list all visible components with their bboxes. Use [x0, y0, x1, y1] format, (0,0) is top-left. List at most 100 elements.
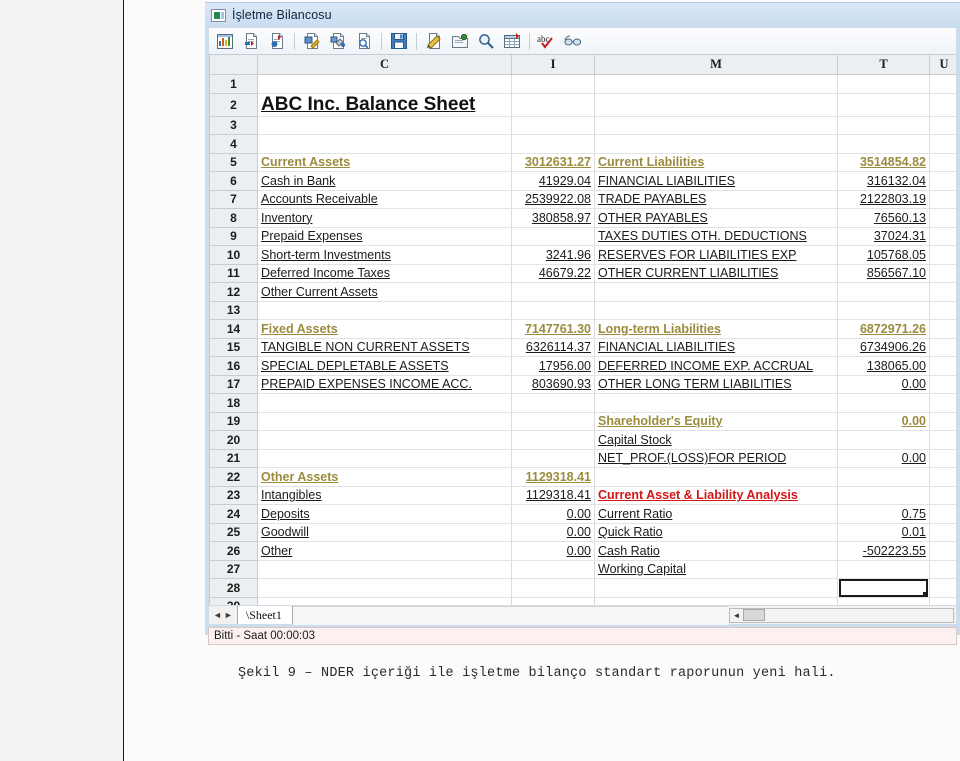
cell-U16[interactable]	[929, 356, 956, 376]
column-header-M[interactable]: M	[594, 54, 838, 75]
cell-I2[interactable]	[511, 93, 595, 117]
cell-T25[interactable]: 0.01	[837, 523, 930, 542]
row-header-1[interactable]: 1	[209, 74, 258, 94]
cell-I8[interactable]: 380858.97	[511, 208, 595, 228]
row-header-9[interactable]: 9	[209, 226, 258, 246]
cell-T27[interactable]	[837, 560, 930, 579]
cell-C11[interactable]: Deferred Income Taxes	[257, 264, 512, 283]
cell-T8[interactable]: 76560.13	[837, 208, 930, 228]
row-header-19[interactable]: 19	[209, 411, 258, 431]
cell-T12[interactable]	[837, 282, 930, 302]
spreadsheet-grid[interactable]: C I M T U 1 2 ABC Inc. Balance Sheet 3 4 5 Cur…	[208, 54, 957, 606]
cell-C22[interactable]: Other Assets	[257, 467, 512, 487]
cell-M12[interactable]	[594, 282, 838, 302]
cell-U20[interactable]	[929, 430, 956, 450]
cell-T4[interactable]	[837, 134, 930, 154]
cell-M24[interactable]: Current Ratio	[594, 504, 838, 524]
cell-U26[interactable]	[929, 541, 956, 561]
cell-M17[interactable]: OTHER LONG TERM LIABILITIES	[594, 375, 838, 394]
properties-icon[interactable]	[448, 30, 472, 53]
column-header-I[interactable]: I	[511, 54, 595, 75]
cell-U7[interactable]	[929, 190, 956, 209]
row-header-14[interactable]: 14	[209, 319, 258, 339]
row-header-8[interactable]: 8	[209, 208, 258, 228]
cell-I17[interactable]: 803690.93	[511, 375, 595, 394]
row-header-20[interactable]: 20	[209, 430, 258, 450]
cell-T29[interactable]	[837, 597, 930, 605]
cell-I14[interactable]: 7147761.30	[511, 319, 595, 339]
cell-U8[interactable]	[929, 208, 956, 228]
export-document-icon[interactable]	[265, 30, 289, 53]
cell-C1[interactable]	[257, 74, 512, 94]
cell-U27[interactable]	[929, 560, 956, 579]
cell-U4[interactable]	[929, 134, 956, 154]
cell-U6[interactable]	[929, 171, 956, 191]
cell-C18[interactable]	[257, 393, 512, 413]
cell-I12[interactable]	[511, 282, 595, 302]
cell-U15[interactable]	[929, 338, 956, 357]
chart-icon[interactable]	[213, 30, 237, 53]
cell-T9[interactable]: 37024.31	[837, 227, 930, 246]
row-header-10[interactable]: 10	[209, 245, 258, 265]
cell-M10[interactable]: RESERVES FOR LIABILITIES EXP	[594, 245, 838, 265]
cell-I1[interactable]	[511, 74, 595, 94]
cell-T15[interactable]: 6734906.26	[837, 338, 930, 357]
cell-C23[interactable]: Intangibles	[257, 486, 512, 505]
cell-I13[interactable]	[511, 301, 595, 320]
row-header-3[interactable]: 3	[209, 115, 258, 135]
cell-I6[interactable]: 41929.04	[511, 171, 595, 191]
tab-nav-buttons[interactable]: ◄ ►	[209, 610, 237, 620]
cell-T1[interactable]	[837, 74, 930, 94]
cell-T16[interactable]: 138065.00	[837, 356, 930, 376]
cell-I25[interactable]: 0.00	[511, 523, 595, 542]
cell-M22[interactable]	[594, 467, 838, 487]
row-header-5[interactable]: 5	[209, 152, 258, 172]
cell-I16[interactable]: 17956.00	[511, 356, 595, 376]
cell-U18[interactable]	[929, 393, 956, 413]
row-header-18[interactable]: 18	[209, 393, 258, 413]
cell-M2[interactable]	[594, 93, 838, 117]
cell-M20[interactable]: Capital Stock	[594, 430, 838, 450]
preview-document-icon[interactable]	[352, 30, 376, 53]
cell-M16[interactable]: DEFERRED INCOME EXP. ACCRUAL	[594, 356, 838, 376]
cell-T17[interactable]: 0.00	[837, 375, 930, 394]
cell-C6[interactable]: Cash in Bank	[257, 171, 512, 191]
cell-M29[interactable]	[594, 597, 838, 605]
cell-T7[interactable]: 2122803.19	[837, 190, 930, 209]
horizontal-scrollbar[interactable]: ◄	[729, 607, 954, 623]
import-document-icon[interactable]	[239, 30, 263, 53]
cell-U21[interactable]	[929, 449, 956, 468]
cell-C20[interactable]	[257, 430, 512, 450]
row-header-23[interactable]: 23	[209, 485, 258, 505]
sheet-tab-sheet1[interactable]: Sheet1	[236, 606, 293, 624]
cell-I29[interactable]	[511, 597, 595, 605]
cell-U22[interactable]	[929, 467, 956, 487]
cell-M5[interactable]: Current Liabilities	[594, 153, 838, 172]
cell-C15[interactable]: TANGIBLE NON CURRENT ASSETS	[257, 338, 512, 357]
fill-handle[interactable]	[923, 591, 928, 597]
cell-C24[interactable]: Deposits	[257, 504, 512, 524]
cell-M25[interactable]: Quick Ratio	[594, 523, 838, 542]
row-header-2[interactable]: 2	[209, 92, 258, 117]
cell-M19[interactable]: Shareholder's Equity	[594, 412, 838, 431]
cell-T14[interactable]: 6872971.26	[837, 319, 930, 339]
cell-C21[interactable]	[257, 449, 512, 468]
cell-U17[interactable]	[929, 375, 956, 394]
cell-I22[interactable]: 1129318.41	[511, 467, 595, 487]
cell-T26[interactable]: -502223.55	[837, 541, 930, 561]
cell-C28[interactable]	[257, 578, 512, 598]
row-header-22[interactable]: 22	[209, 467, 258, 487]
cell-T11[interactable]: 856567.10	[837, 264, 930, 283]
cell-I24[interactable]: 0.00	[511, 504, 595, 524]
cell-C3[interactable]	[257, 116, 512, 135]
column-header-U[interactable]: U	[929, 54, 956, 75]
cell-M28[interactable]	[594, 578, 838, 598]
cell-C5[interactable]: Current Assets	[257, 153, 512, 172]
corner-cell[interactable]	[209, 54, 258, 75]
cell-I3[interactable]	[511, 116, 595, 135]
cell-U9[interactable]	[929, 227, 956, 246]
cell-U12[interactable]	[929, 282, 956, 302]
cell-T23[interactable]	[837, 486, 930, 505]
cell-U28[interactable]	[929, 578, 956, 598]
cell-U3[interactable]	[929, 116, 956, 135]
